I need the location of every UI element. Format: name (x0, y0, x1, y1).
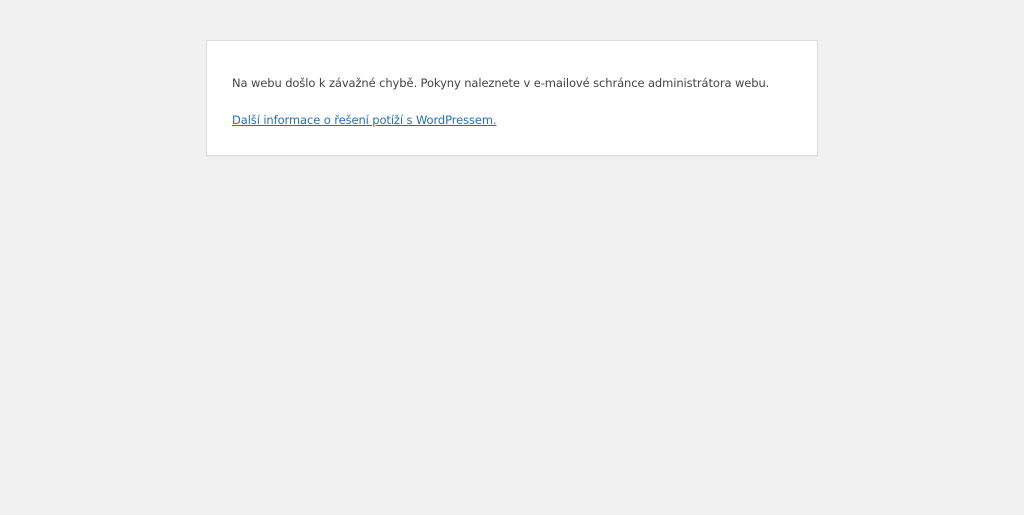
error-message: Na webu došlo k závažné chybě. Pokyny na… (232, 76, 770, 90)
error-page: Na webu došlo k závažné chybě. Pokyny na… (0, 0, 1024, 515)
error-message-box: Na webu došlo k závažné chybě. Pokyny na… (206, 40, 818, 156)
help-link-paragraph: Další informace o řešení potíží s WordPr… (232, 112, 497, 128)
wordpress-help-link[interactable]: Další informace o řešení potíží s WordPr… (232, 113, 497, 127)
